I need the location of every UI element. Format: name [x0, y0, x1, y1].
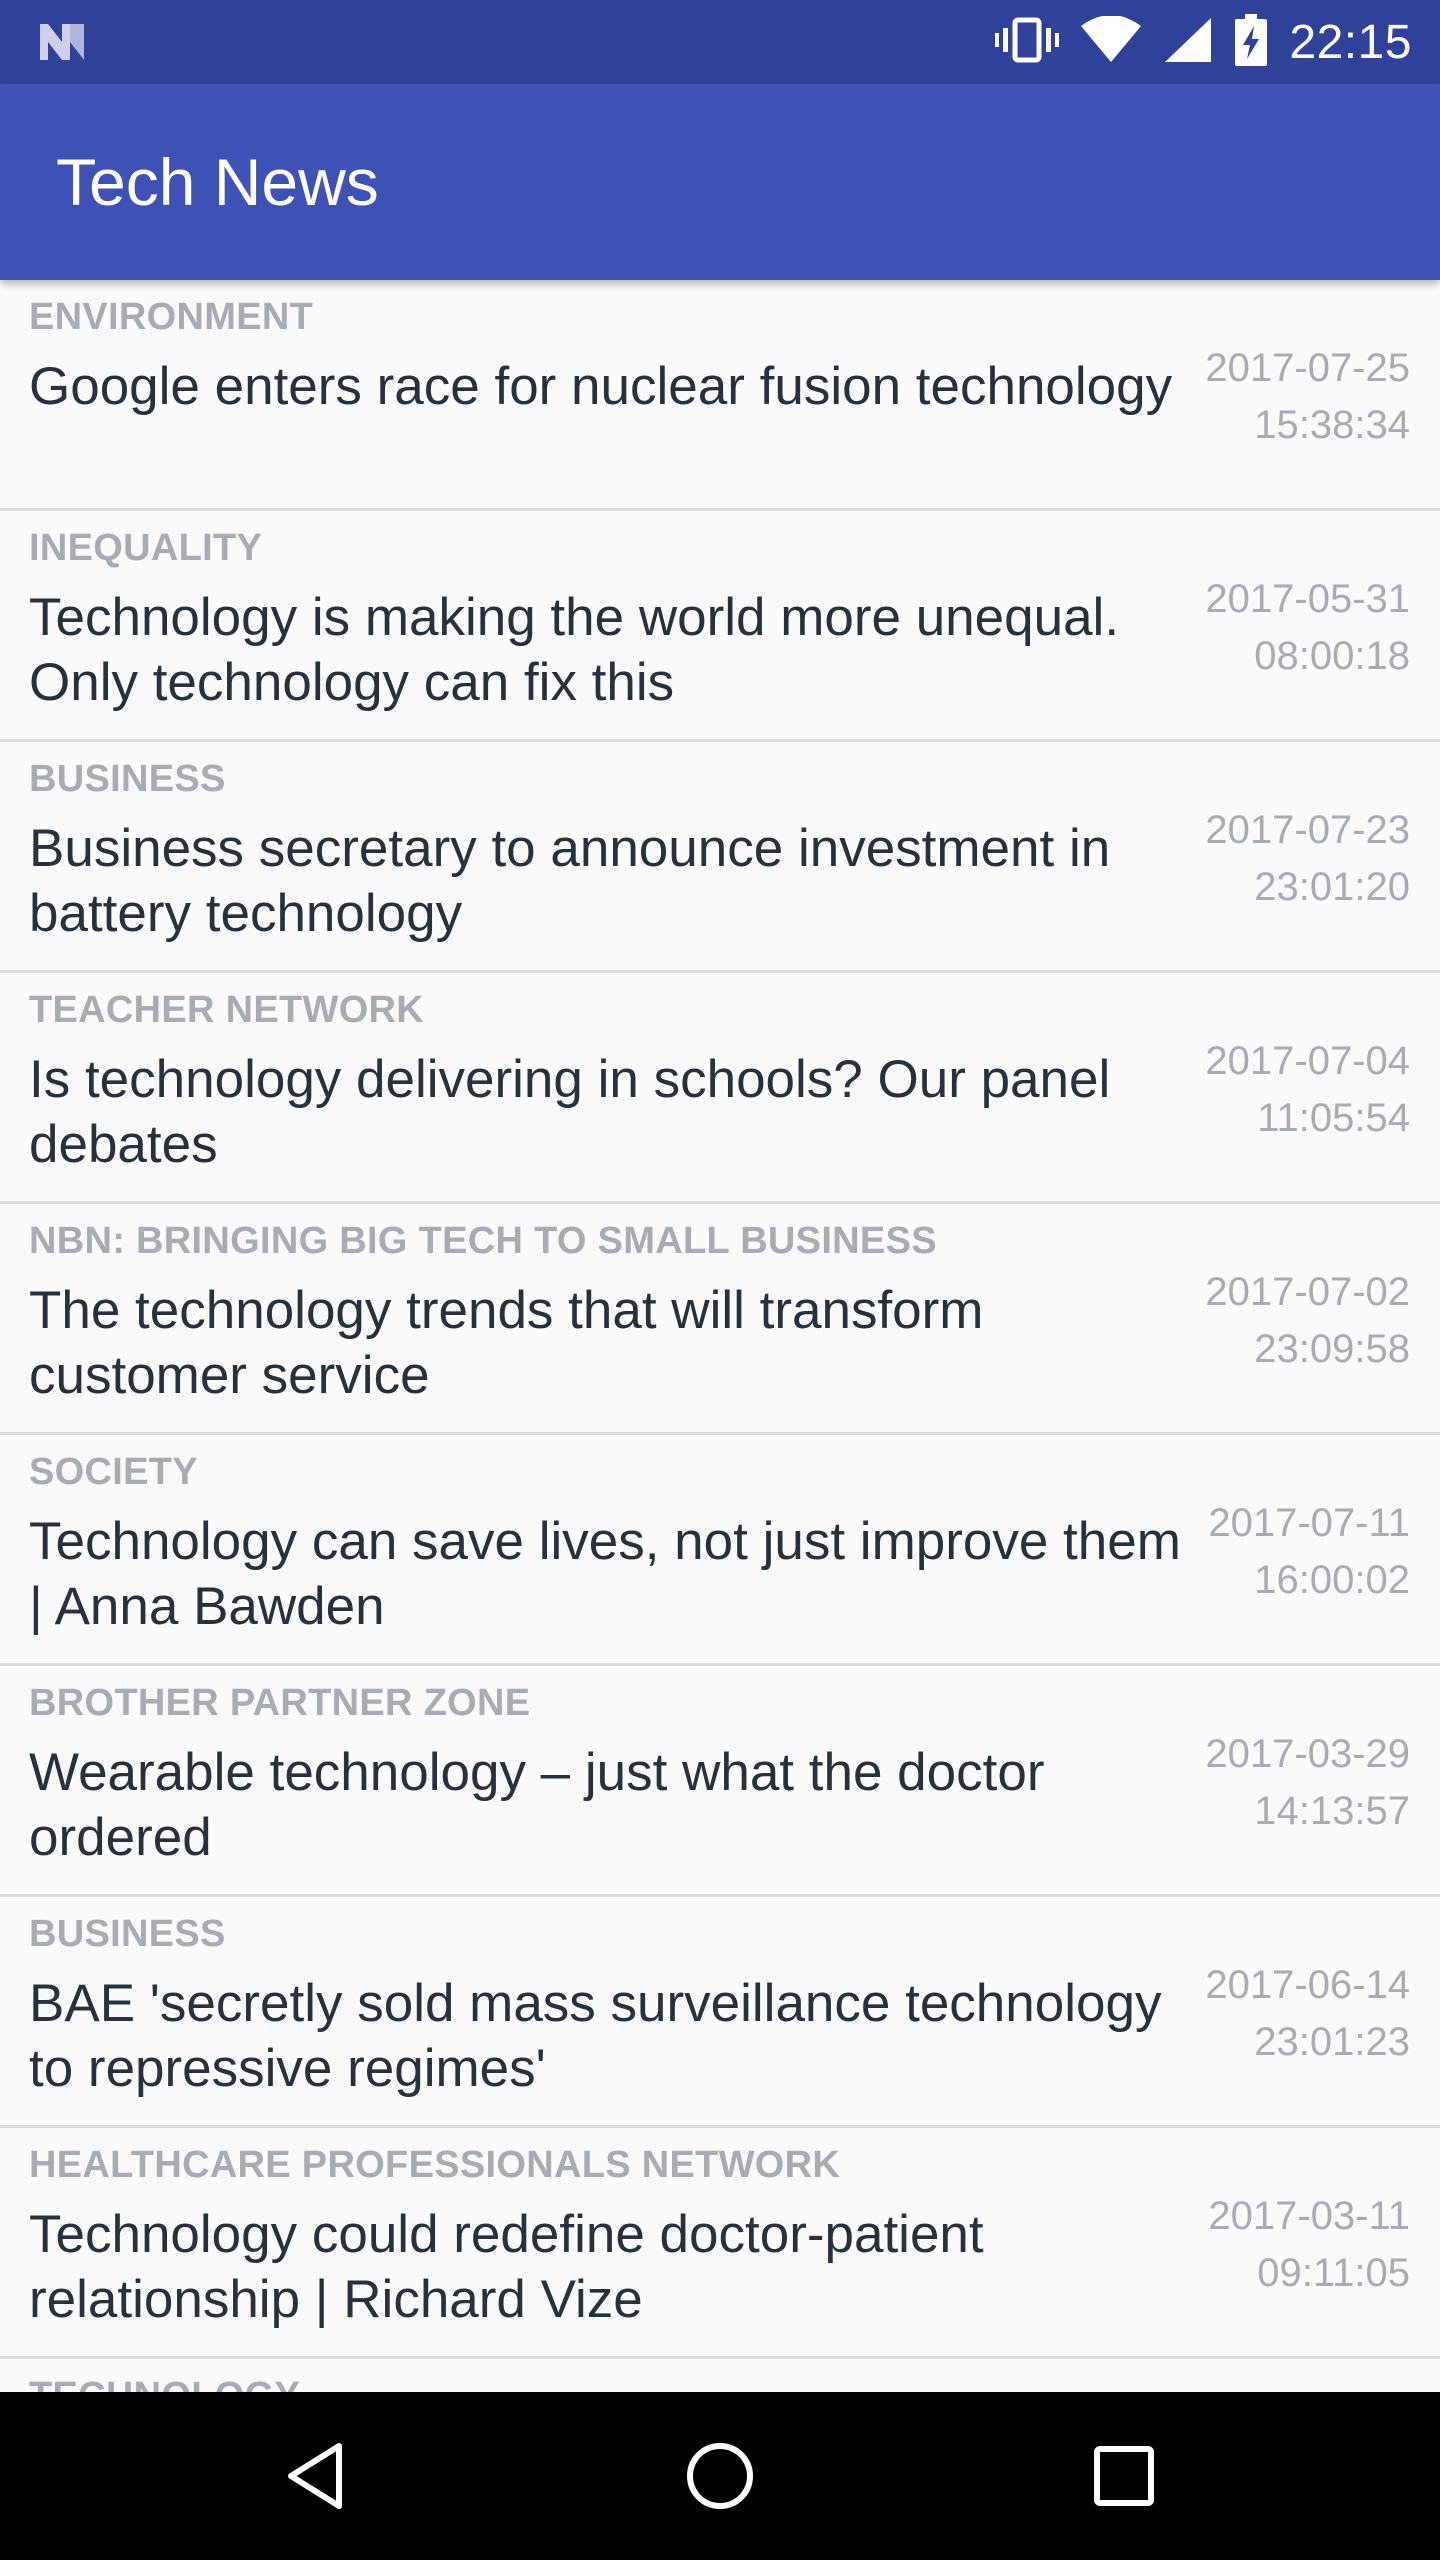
news-item[interactable]: BUSINESS BAE 'secretly sold mass surveill… — [0, 1897, 1440, 2128]
news-timestamp: 2017-07-25 15:38:34 — [1205, 340, 1410, 454]
news-section-label: TEACHER NETWORK — [29, 989, 425, 1031]
news-timestamp: 2017-06-14 23:01:23 — [1205, 1957, 1410, 2071]
news-item[interactable]: ENVIRONMENT Google enters race for nuclea… — [0, 280, 1440, 511]
news-title: Technology could redefine doctor-patient… — [29, 2205, 984, 2329]
news-item[interactable]: TECHNOLOGY — [0, 2359, 1440, 2392]
news-time: 11:05:54 — [1257, 1096, 1410, 1140]
news-date: 2017-03-11 — [1208, 2194, 1410, 2238]
news-date: 2017-03-29 — [1205, 1732, 1410, 1776]
recents-icon — [1094, 2446, 1154, 2506]
news-date: 2017-07-23 — [1205, 808, 1410, 852]
news-date: 2017-05-31 — [1205, 577, 1410, 621]
back-icon — [288, 2443, 342, 2509]
news-timestamp: 2017-05-31 08:00:18 — [1205, 571, 1410, 685]
back-button[interactable] — [215, 2392, 415, 2560]
news-time: 15:38:34 — [1254, 403, 1410, 447]
news-date: 2017-07-25 — [1205, 346, 1410, 390]
news-timestamp: 2017-03-11 09:11:05 — [1208, 2188, 1410, 2302]
news-section-label: ENVIRONMENT — [29, 296, 314, 338]
news-title: The technology trends that will transfor… — [29, 1281, 984, 1405]
wifi-icon — [1081, 14, 1142, 69]
news-item[interactable]: BUSINESS Business secretary to announce i… — [0, 742, 1440, 973]
recents-button[interactable] — [1024, 2392, 1224, 2560]
app-bar: Tech News — [0, 84, 1440, 280]
news-date: 2017-07-04 — [1205, 1039, 1410, 1083]
signal-icon — [1163, 16, 1213, 69]
navigation-bar — [0, 2392, 1440, 2560]
news-item[interactable]: SOCIETY Technology can save lives, not ju… — [0, 1435, 1440, 1666]
news-time: 09:11:05 — [1257, 2251, 1410, 2295]
news-title: Technology is making the world more uneq… — [29, 588, 1120, 712]
news-item[interactable]: TEACHER NETWORK Is technology delivering … — [0, 973, 1440, 1204]
news-section-label: BROTHER PARTNER ZONE — [29, 1682, 531, 1724]
news-timestamp: 2017-03-29 14:13:57 — [1205, 1726, 1410, 1840]
status-icons: 22:15 — [995, 0, 1412, 84]
news-time: 23:01:20 — [1254, 865, 1410, 909]
news-title: Wearable technology – just what the doct… — [29, 1743, 1045, 1867]
news-time: 14:13:57 — [1254, 1789, 1410, 1833]
news-timestamp: 2017-07-23 23:01:20 — [1205, 802, 1410, 916]
news-item[interactable]: INEQUALITY Technology is making the world… — [0, 511, 1440, 742]
news-time: 16:00:02 — [1254, 1558, 1410, 1602]
news-item[interactable]: HEALTHCARE PROFESSIONALS NETWORK Technolo… — [0, 2128, 1440, 2359]
news-item[interactable]: NBN: BRINGING BIG TECH TO SMALL BUSINESS… — [0, 1204, 1440, 1435]
news-title: BAE 'secretly sold mass surveillance tec… — [29, 1974, 1162, 2098]
news-date: 2017-06-14 — [1205, 1963, 1410, 2007]
notification-n-icon — [36, 20, 88, 64]
news-timestamp: 2017-07-04 11:05:54 — [1205, 1033, 1410, 1147]
news-section-label: BUSINESS — [29, 1913, 226, 1955]
clock: 22:15 — [1289, 15, 1412, 69]
screen: 22:15 Tech News ENVIRONMENT Google enters… — [0, 0, 1440, 2560]
battery-charging-icon — [1235, 13, 1268, 71]
news-time: 23:09:58 — [1254, 1327, 1410, 1371]
news-section-label: HEALTHCARE PROFESSIONALS NETWORK — [29, 2144, 841, 2186]
news-section-label: NBN: BRINGING BIG TECH TO SMALL BUSINESS — [29, 1220, 937, 1262]
news-section-label: SOCIETY — [29, 1451, 198, 1493]
news-section-label: INEQUALITY — [29, 527, 263, 569]
news-list[interactable]: ENVIRONMENT Google enters race for nuclea… — [0, 280, 1440, 2392]
news-date: 2017-07-11 — [1208, 1501, 1410, 1545]
home-icon — [687, 2443, 753, 2509]
news-time: 08:00:18 — [1254, 634, 1410, 678]
news-date: 2017-07-02 — [1205, 1270, 1410, 1314]
news-time: 23:01:23 — [1254, 2020, 1410, 2064]
news-timestamp: 2017-07-11 16:00:02 — [1208, 1495, 1410, 1609]
status-bar: 22:15 — [0, 0, 1440, 84]
news-timestamp: 2017-07-02 23:09:58 — [1205, 1264, 1410, 1378]
news-title: Business secretary to announce investmen… — [29, 819, 1111, 943]
home-button[interactable] — [620, 2392, 820, 2560]
news-title: Is technology delivering in schools? Our… — [29, 1050, 1111, 1174]
news-title: Google enters race for nuclear fusion te… — [29, 357, 1173, 416]
vibrate-icon — [995, 16, 1060, 69]
news-section-label: TECHNOLOGY — [29, 2375, 300, 2392]
app-title: Tech News — [56, 145, 379, 219]
news-section-label: BUSINESS — [29, 758, 226, 800]
news-title: Technology can save lives, not just impr… — [29, 1512, 1181, 1636]
news-item[interactable]: BROTHER PARTNER ZONE Wearable technology … — [0, 1666, 1440, 1897]
